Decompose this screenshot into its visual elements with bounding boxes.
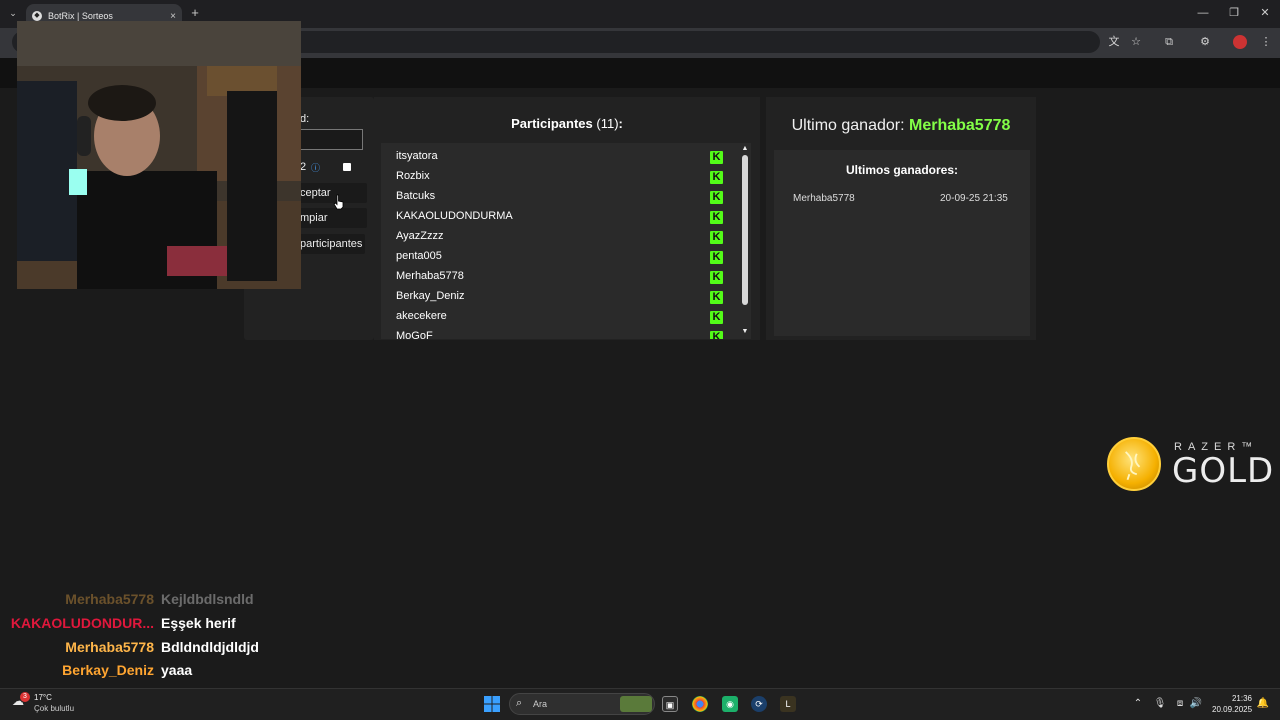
amount-label: d: <box>300 113 310 125</box>
chat-message: yaaa <box>161 662 193 678</box>
chat-username: Merhaba5778 <box>65 591 154 607</box>
razer-gold-logo-icon <box>1107 437 1161 491</box>
translate-icon[interactable]: 文 <box>1107 35 1121 49</box>
last-winner-label: Ultimo ganador: <box>791 117 905 134</box>
streaming-app-icon[interactable]: ⟳ <box>751 696 767 712</box>
winners-history-title: Ultimos ganadores: <box>845 163 959 177</box>
network-icon[interactable]: ⧈ <box>1173 697 1187 711</box>
razer-snake-icon <box>1125 451 1141 481</box>
tab-search-button[interactable]: ⌄ <box>6 6 20 20</box>
chat-message: Bdldndldjdldjd <box>161 639 259 655</box>
obs-app-icon[interactable]: ◉ <box>722 696 738 712</box>
participant-name: AyazZzzz <box>396 230 444 242</box>
participants-button[interactable]: participantes <box>297 234 365 254</box>
profile-avatar[interactable] <box>1233 35 1247 49</box>
chrome-app-icon[interactable] <box>692 696 708 712</box>
kick-platform-icon: K <box>710 311 723 324</box>
participant-name: itsyatora <box>396 150 438 162</box>
last-winner-name: Merhaba5778 <box>909 117 1011 134</box>
gold-product-text: GOLD <box>1172 451 1275 491</box>
participant-name: penta005 <box>396 250 442 262</box>
chat-message: Kejldbdlsndld <box>161 591 254 607</box>
participants-heading: Participantes <box>511 116 593 131</box>
tab-close-icon[interactable]: × <box>170 11 176 22</box>
search-highlight-icon[interactable] <box>620 696 652 712</box>
webcam-overlay <box>17 21 301 289</box>
participant-name: akecekere <box>396 310 447 322</box>
weather-temperature[interactable]: 17°C <box>34 693 52 702</box>
browser-menu-icon[interactable]: ⋮ <box>1259 35 1273 49</box>
scroll-down-icon[interactable]: ▼ <box>740 328 750 335</box>
option-checkbox[interactable] <box>343 163 351 171</box>
kick-platform-icon: K <box>710 231 723 244</box>
chat-message: Eşşek herif <box>161 615 236 631</box>
chat-username: Merhaba5778 <box>65 639 154 655</box>
participant-name: Merhaba5778 <box>396 270 464 282</box>
close-window-button[interactable]: ✕ <box>1258 6 1272 20</box>
clock-time[interactable]: 21:36 <box>1230 694 1252 703</box>
kick-platform-icon: K <box>710 331 723 339</box>
winners-history-box <box>774 150 1030 336</box>
volume-icon[interactable]: 🔊 <box>1189 697 1203 711</box>
minimize-button[interactable]: — <box>1196 6 1210 20</box>
participants-list[interactable]: itsyatora K Rozbix K Batcuks K KAKAOLUDONDURMA… <box>381 143 751 339</box>
kick-platform-icon: K <box>710 271 723 284</box>
search-icon: ⌕ <box>516 697 523 709</box>
scroll-up-icon[interactable]: ▲ <box>740 145 750 152</box>
kick-platform-icon: K <box>710 191 723 204</box>
performance-icon[interactable]: ⚙ <box>1198 35 1212 49</box>
chat-username: KAKAOLUDONDUR... <box>10 615 154 631</box>
kick-platform-icon: K <box>710 291 723 304</box>
kick-platform-icon: K <box>710 211 723 224</box>
kick-platform-icon: K <box>710 171 723 184</box>
clear-button[interactable]: mpiar <box>297 208 367 228</box>
kick-platform-icon: K <box>710 251 723 264</box>
last-winner-heading: Ultimo ganador: Merhaba5778 <box>766 117 1036 135</box>
participants-title: Participantes (11): <box>374 116 760 131</box>
notifications-icon[interactable]: 🔔 <box>1256 697 1270 711</box>
new-tab-button[interactable]: + <box>188 5 202 21</box>
clock-date[interactable]: 20.09.2025 <box>1212 705 1252 714</box>
history-winner-name: Merhaba5778 <box>793 193 855 204</box>
accept-button[interactable]: ceptar <box>297 183 367 203</box>
weather-badge: 3 <box>20 692 30 702</box>
participant-name: Rozbix <box>396 170 430 182</box>
participant-name: Batcuks <box>396 190 436 202</box>
kick-platform-icon: K <box>710 151 723 164</box>
bookmark-star-icon[interactable]: ☆ <box>1129 35 1143 49</box>
chat-username: Berkay_Deniz <box>62 662 154 678</box>
windows-start-icon[interactable] <box>484 696 500 712</box>
participants-count: (11) <box>596 116 619 131</box>
microphone-icon[interactable]: 🎙 <box>1153 697 1167 711</box>
participant-name: KAKAOLUDONDURMA <box>396 210 513 222</box>
chat-overlay: Merhaba5778 Kejldbdlsndld KAKAOLUDONDUR.… <box>4 591 404 681</box>
league-app-icon[interactable]: L <box>780 696 796 712</box>
participants-colon: : <box>618 116 623 131</box>
participant-name: Berkay_Deniz <box>396 290 465 302</box>
tray-overflow-icon[interactable]: ⌃ <box>1131 697 1145 711</box>
botrix-favicon-icon: ◆ <box>32 11 42 21</box>
hand-cursor-icon <box>333 194 344 210</box>
scrollbar-thumb[interactable] <box>742 155 748 305</box>
extensions-icon[interactable]: ⧉ <box>1162 35 1176 49</box>
tab-title: BotRix | Sorteos <box>48 11 113 21</box>
participant-name: MoGoF <box>396 330 433 339</box>
weather-description[interactable]: Çok bulutlu <box>34 704 74 713</box>
history-winner-date: 20-09-25 21:35 <box>940 193 1008 204</box>
info-icon[interactable]: ⓘ <box>311 161 320 174</box>
webcam-feed-image <box>17 21 301 289</box>
amount-input[interactable] <box>298 129 363 150</box>
task-view-icon[interactable]: ▣ <box>662 696 678 712</box>
restore-button[interactable]: ❐ <box>1227 6 1241 20</box>
taskbar-search-placeholder[interactable]: Ara <box>533 699 547 709</box>
